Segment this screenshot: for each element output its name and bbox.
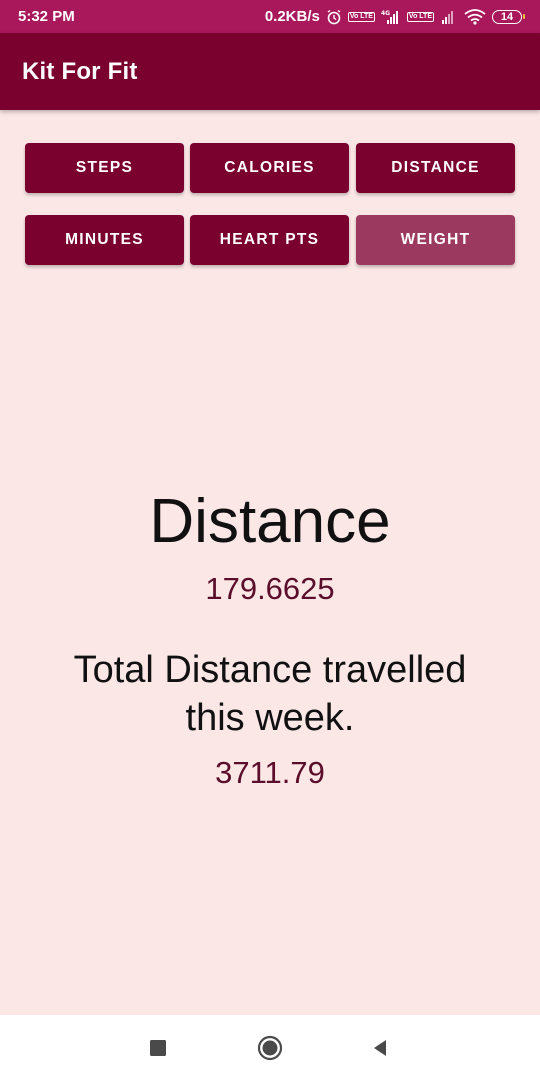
network-speed: 0.2KB/s: [264, 8, 320, 25]
week-total-label: Total Distance travelled this week.: [73, 649, 467, 739]
heart-pts-button[interactable]: HEART PTS: [190, 215, 349, 265]
signal-icon: [440, 9, 458, 25]
app-title: Kit For Fit: [22, 57, 138, 85]
battery-icon: 14: [492, 9, 525, 24]
svg-text:4G: 4G: [381, 10, 390, 17]
distance-button[interactable]: DISTANCE: [356, 143, 515, 193]
status-time: 5:32 PM: [18, 8, 75, 25]
navigation-bar: [0, 1015, 540, 1080]
metric-value: 179.6625: [205, 571, 335, 606]
wifi-icon: [464, 8, 486, 25]
weight-button[interactable]: WEIGHT: [356, 215, 515, 265]
app-bar: Kit For Fit: [0, 33, 540, 110]
alarm-icon: [326, 9, 342, 25]
home-icon[interactable]: [240, 1015, 300, 1080]
back-icon[interactable]: [350, 1015, 410, 1080]
volte-icon: Vo LTE: [347, 11, 375, 22]
week-total-value: 3711.79: [215, 755, 325, 790]
metric-title: Distance: [149, 487, 391, 556]
minutes-button[interactable]: MINUTES: [25, 215, 184, 265]
volte-icon-2: Vo LTE: [406, 11, 434, 22]
recent-apps-icon[interactable]: [128, 1015, 188, 1080]
battery-level: 14: [500, 10, 514, 23]
steps-button[interactable]: STEPS: [25, 143, 184, 193]
signal-4g-icon: 4G: [381, 9, 401, 25]
status-icons: 0.2KB/s Vo LTE 4G Vo LTE 14: [264, 8, 525, 25]
status-bar: 5:32 PM 0.2KB/s Vo LTE 4G Vo LTE 14: [0, 0, 540, 33]
calories-button[interactable]: CALORIES: [190, 143, 349, 193]
